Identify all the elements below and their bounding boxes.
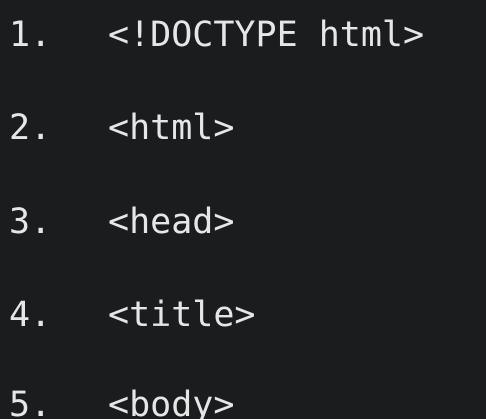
- line-number-2: 2.: [9, 108, 52, 148]
- code-line-1: 1. <!DOCTYPE html>: [0, 10, 424, 60]
- line-number-4: 4.: [9, 295, 52, 335]
- line-number-5: 5.: [9, 385, 52, 419]
- code-line-4: 4. <title>: [0, 290, 256, 340]
- code-listing: 1. <!DOCTYPE html> 2. <html> 3. <head> 4…: [0, 0, 486, 419]
- line-text-2: <html>: [108, 108, 235, 148]
- code-line-5: 5. <body>: [0, 380, 234, 419]
- line-number-3: 3.: [9, 202, 52, 242]
- code-line-2: 2. <html>: [0, 103, 234, 153]
- code-line-3: 3. <head>: [0, 197, 234, 247]
- line-number-1: 1.: [9, 15, 52, 55]
- line-text-1: <!DOCTYPE html>: [108, 15, 425, 55]
- line-text-5: <body>: [108, 385, 235, 419]
- line-text-3: <head>: [108, 202, 235, 242]
- line-text-4: <title>: [108, 295, 256, 335]
